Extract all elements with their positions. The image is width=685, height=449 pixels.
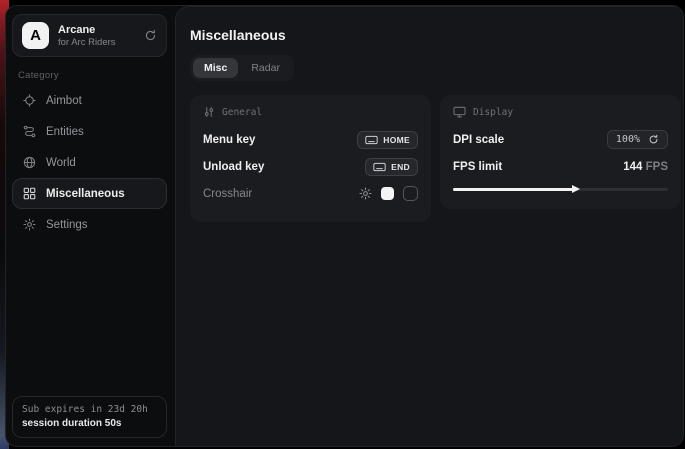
category-label: Category — [18, 70, 161, 81]
app-logo: A — [22, 22, 49, 49]
app-subtitle: for Arc Riders — [58, 37, 135, 48]
fps-limit-row: FPS limit 144 FPS — [453, 155, 668, 178]
sidebar: A Arcane for Arc Riders Category — [6, 6, 175, 446]
dpi-scale-row: DPI scale 100% — [453, 128, 668, 151]
sidebar-item-settings[interactable]: Settings — [12, 209, 167, 240]
app-window: A Arcane for Arc Riders Category — [5, 5, 684, 447]
display-card-header: Display — [453, 106, 668, 118]
keyboard-icon — [365, 135, 378, 145]
general-card: General Menu key HOME — [190, 95, 431, 222]
menu-key-label: Menu key — [203, 134, 255, 146]
fps-slider-fill — [453, 188, 573, 191]
fps-limit-slider[interactable] — [453, 182, 668, 196]
crosshair-enable-checkbox[interactable] — [403, 186, 418, 201]
crosshair-row: Crosshair — [203, 182, 418, 205]
unload-key-bind-button[interactable]: END — [365, 158, 418, 176]
cards-row: General Menu key HOME — [190, 95, 681, 222]
dpi-scale-value: 100% — [616, 134, 640, 145]
crosshair-settings-gear-icon[interactable] — [359, 187, 372, 200]
entities-icon — [23, 125, 36, 138]
slider-thumb[interactable] — [572, 185, 580, 193]
menu-key-value: HOME — [383, 135, 410, 145]
subscription-status-card: Sub expires in 23d 20h session duration … — [12, 396, 167, 438]
sidebar-item-label: Aimbot — [46, 95, 82, 107]
sidebar-item-label: Settings — [46, 219, 88, 231]
page-title: Miscellaneous — [190, 27, 681, 43]
sidebar-item-world[interactable]: World — [12, 147, 167, 178]
tab-radar[interactable]: Radar — [240, 58, 291, 78]
unload-key-row: Unload key END — [203, 155, 418, 178]
session-duration-text: session duration 50s — [22, 418, 157, 429]
fps-number: 144 — [623, 161, 642, 173]
sidebar-item-miscellaneous[interactable]: Miscellaneous — [12, 178, 167, 209]
tab-bar: Misc Radar — [190, 55, 294, 81]
unload-key-value: END — [391, 162, 410, 172]
sliders-icon — [203, 106, 215, 118]
dpi-scale-control[interactable]: 100% — [607, 130, 668, 149]
crosshair-label: Crosshair — [203, 188, 252, 200]
sidebar-item-aimbot[interactable]: Aimbot — [12, 85, 167, 116]
fps-limit-value: 144 FPS — [623, 161, 668, 173]
crosshair-color-swatch[interactable] — [381, 187, 394, 200]
menu-key-row: Menu key HOME — [203, 128, 418, 151]
keyboard-icon — [373, 162, 386, 172]
sync-icon[interactable] — [144, 29, 157, 42]
unload-key-label: Unload key — [203, 161, 264, 173]
dpi-scale-label: DPI scale — [453, 134, 504, 146]
monitor-icon — [453, 106, 466, 118]
crosshair-icon — [23, 94, 36, 107]
sidebar-nav: Aimbot Entities — [12, 85, 167, 240]
account-texts: Arcane for Arc Riders — [58, 24, 135, 48]
sidebar-item-label: World — [46, 157, 76, 169]
sidebar-item-label: Miscellaneous — [46, 188, 125, 200]
general-card-title: General — [222, 107, 262, 118]
sub-expires-text: Sub expires in 23d 20h — [22, 404, 157, 415]
grid-icon — [23, 187, 36, 200]
menu-key-bind-button[interactable]: HOME — [357, 131, 418, 149]
fps-unit: FPS — [646, 161, 668, 173]
sidebar-item-entities[interactable]: Entities — [12, 116, 167, 147]
gear-icon — [23, 218, 36, 231]
globe-icon — [23, 156, 36, 169]
refresh-icon[interactable] — [648, 134, 659, 145]
general-card-header: General — [203, 106, 418, 118]
tab-misc[interactable]: Misc — [193, 58, 238, 78]
crosshair-controls — [359, 186, 418, 201]
app-name: Arcane — [58, 24, 135, 36]
account-card[interactable]: A Arcane for Arc Riders — [12, 14, 167, 57]
fps-limit-label: FPS limit — [453, 161, 502, 173]
main-panel: Miscellaneous Misc Radar General — [175, 6, 684, 446]
display-card: Display DPI scale 100% — [440, 95, 681, 209]
sidebar-item-label: Entities — [46, 126, 84, 138]
display-card-title: Display — [473, 107, 513, 118]
